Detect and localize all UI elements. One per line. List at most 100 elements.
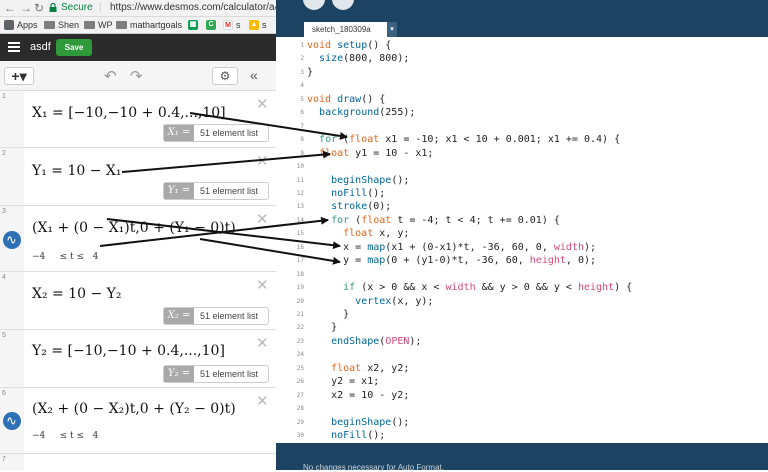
delete-expression-icon[interactable]: ✕ bbox=[256, 276, 269, 294]
line-number: 24 bbox=[296, 351, 304, 359]
bookmark-label: s bbox=[262, 20, 267, 30]
code-line[interactable]: noFill(); bbox=[307, 188, 385, 199]
expression-latex[interactable]: (X₂ + (0 − X₂)t,0 + (Y₂ − 0)t) bbox=[32, 401, 236, 417]
code-line[interactable]: noFill(); bbox=[307, 430, 385, 441]
bookmark-classroom[interactable]: C bbox=[206, 20, 216, 30]
delete-expression-icon[interactable]: ✕ bbox=[256, 210, 269, 228]
stop-button[interactable] bbox=[332, 0, 354, 10]
sketch-tab[interactable]: sketch_180309a bbox=[304, 22, 394, 37]
bookmark-gmail[interactable]: M s bbox=[223, 20, 241, 30]
line-number: 20 bbox=[296, 297, 304, 305]
code-line[interactable]: if (x > 0 && x < width && y > 0 && y < h… bbox=[307, 282, 632, 293]
line-number: 22 bbox=[296, 324, 304, 332]
expression-index: 6 bbox=[2, 390, 6, 397]
code-line[interactable]: beginShape(); bbox=[307, 417, 409, 428]
delete-expression-icon[interactable]: ✕ bbox=[256, 334, 269, 352]
apps-grid-icon bbox=[4, 20, 14, 30]
add-item-button[interactable]: +▾ bbox=[4, 67, 34, 85]
domain-min-input[interactable]: −4 bbox=[32, 431, 45, 441]
tab-menu-arrow-icon[interactable]: ▾ bbox=[387, 22, 397, 37]
domain-max-input[interactable]: 4 bbox=[93, 431, 99, 441]
undo-icon[interactable]: ↶ bbox=[104, 67, 117, 85]
line-number: 19 bbox=[296, 284, 304, 292]
url-text[interactable]: https://www.desmos.com/calculator/a4c bbox=[110, 2, 285, 13]
evaluation-text: 51 element list bbox=[200, 186, 259, 196]
code-line[interactable]: } bbox=[307, 67, 313, 78]
reload-icon[interactable]: ↻ bbox=[34, 1, 44, 15]
evaluation-variable: Y₁ = bbox=[164, 183, 194, 199]
code-line[interactable]: x = map(x1 + (0-x1)*t, -36, 60, 0, width… bbox=[307, 242, 596, 253]
expression-row-5[interactable]: 5 Y₂ = [−10,−10 + 0.4,...,10] ✕ Y₂ = 51 … bbox=[0, 330, 276, 388]
code-line[interactable]: y = map(0 + (y1-0)*t, -36, 60, height, 0… bbox=[307, 255, 596, 266]
code-line[interactable]: void setup() { bbox=[307, 40, 391, 51]
code-line[interactable]: } bbox=[307, 322, 337, 333]
expression-latex[interactable]: (X₁ + (0 − X₁)t,0 + (Y₁ − 0)t) bbox=[32, 220, 236, 236]
bookmark-label: mathartgoals bbox=[130, 20, 183, 30]
code-line[interactable]: } bbox=[307, 309, 349, 320]
bookmark-wp[interactable]: WP bbox=[84, 20, 113, 30]
save-button[interactable]: Save bbox=[56, 39, 92, 56]
expression-latex[interactable]: X₂ = 10 − Y₂ bbox=[32, 286, 122, 302]
code-line[interactable]: for (float t = -4; t < 4; t += 0.01) { bbox=[307, 215, 560, 226]
run-button[interactable] bbox=[303, 0, 325, 10]
evaluation-text: 51 element list bbox=[200, 311, 259, 321]
parametric-curve-icon[interactable] bbox=[3, 231, 21, 249]
sheets-icon: ▦ bbox=[188, 20, 198, 30]
code-line[interactable]: endShape(OPEN); bbox=[307, 336, 421, 347]
lock-icon bbox=[49, 3, 57, 12]
evaluation-variable: Y₂ = bbox=[164, 366, 194, 382]
bookmark-sheets[interactable]: ▦ bbox=[188, 20, 198, 30]
code-line[interactable]: vertex(x, y); bbox=[307, 296, 433, 307]
code-line[interactable]: beginShape(); bbox=[307, 175, 409, 186]
domain-max-input[interactable]: 4 bbox=[93, 252, 99, 262]
line-number: 5 bbox=[300, 95, 304, 103]
hamburger-menu-icon[interactable] bbox=[8, 42, 20, 52]
collapse-list-icon[interactable]: « bbox=[250, 67, 258, 83]
code-line[interactable]: size(800, 800); bbox=[307, 53, 409, 64]
redo-icon[interactable]: ↷ bbox=[130, 67, 143, 85]
expression-row-4[interactable]: 4 X₂ = 10 − Y₂ ✕ X₂ = 51 element list bbox=[0, 272, 276, 330]
delete-expression-icon[interactable]: ✕ bbox=[256, 392, 269, 410]
delete-expression-icon[interactable]: ✕ bbox=[256, 152, 269, 170]
expression-row-3[interactable]: 3 (X₁ + (0 − X₁)t,0 + (Y₁ − 0)t) −4 ≤ t … bbox=[0, 206, 276, 272]
code-line[interactable]: float x, y; bbox=[307, 228, 409, 239]
forward-icon[interactable]: → bbox=[20, 1, 32, 15]
code-line[interactable]: float x2, y2; bbox=[307, 363, 409, 374]
evaluation-text: 51 element list bbox=[200, 369, 259, 379]
expression-row-2[interactable]: 2 Y₁ = 10 − X₁ ✕ Y₁ = 51 element list bbox=[0, 148, 276, 206]
line-number: 2 bbox=[300, 55, 304, 63]
delete-expression-icon[interactable]: ✕ bbox=[256, 95, 269, 113]
code-line[interactable]: stroke(0); bbox=[307, 201, 391, 212]
code-line[interactable]: float y1 = 10 - x1; bbox=[307, 148, 433, 159]
expression-row-7[interactable]: 7 bbox=[0, 454, 276, 470]
line-number: 13 bbox=[296, 203, 304, 211]
code-line[interactable]: x2 = 10 - y2; bbox=[307, 390, 409, 401]
bookmark-apps[interactable]: Apps bbox=[4, 20, 38, 30]
code-line[interactable]: y2 = x1; bbox=[307, 376, 379, 387]
line-number: 1 bbox=[300, 42, 304, 49]
bookmark-shen[interactable]: Shen bbox=[44, 20, 79, 30]
expression-row-1[interactable]: 1 X₁ = [−10,−10 + 0.4,...,10] ✕ X₁ = 51 … bbox=[0, 91, 276, 148]
code-line[interactable]: void draw() { bbox=[307, 94, 385, 105]
gmail-icon: M bbox=[223, 20, 233, 30]
bookmark-mathartgoals[interactable]: mathartgoals bbox=[116, 20, 182, 30]
bookmark-drive[interactable]: ▲ s bbox=[249, 20, 267, 30]
line-number: 11 bbox=[296, 176, 304, 184]
back-icon[interactable]: ← bbox=[4, 1, 16, 15]
line-number: 14 bbox=[296, 216, 304, 224]
domain-min-input[interactable]: −4 bbox=[32, 252, 45, 262]
line-number: 28 bbox=[296, 405, 304, 413]
code-line[interactable]: for (float x1 = -10; x1 < 10 + 0.001; x1… bbox=[307, 134, 620, 145]
graph-title[interactable]: asdf bbox=[30, 41, 51, 53]
expression-latex[interactable]: Y₁ = 10 − X₁ bbox=[32, 163, 122, 179]
evaluation-box: X₂ = 51 element list bbox=[163, 307, 269, 325]
settings-gear-icon[interactable]: ⚙ bbox=[212, 67, 238, 85]
expression-row-6[interactable]: 6 (X₂ + (0 − X₂)t,0 + (Y₂ − 0)t) −4 ≤ t … bbox=[0, 388, 276, 454]
expression-latex[interactable]: Y₂ = [−10,−10 + 0.4,...,10] bbox=[32, 343, 225, 359]
parametric-curve-icon[interactable] bbox=[3, 412, 21, 430]
code-editor[interactable]: 1 2 3 4 5 6 7 8 9 10 11 12 13 14 15 16 17 18 19 20 21 22 23 24 2… bbox=[276, 37, 768, 443]
evaluation-box: Y₂ = 51 element list bbox=[163, 365, 269, 383]
expression-latex[interactable]: X₁ = [−10,−10 + 0.4,...,10] bbox=[32, 105, 226, 121]
code-line[interactable]: background(255); bbox=[307, 107, 415, 118]
expression-gutter: 1 bbox=[0, 91, 24, 147]
